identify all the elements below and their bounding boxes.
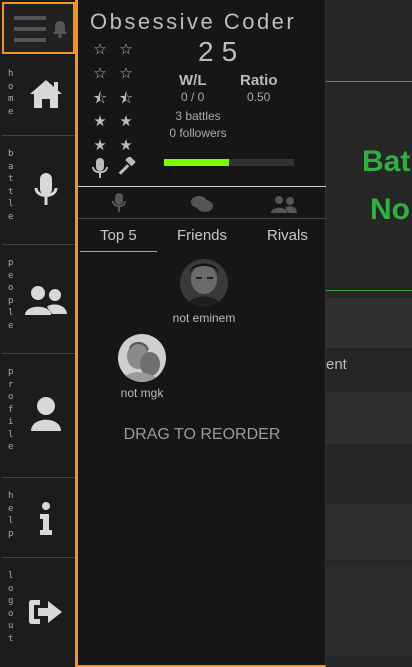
- bell-icon: [53, 21, 67, 38]
- background-row: [326, 298, 412, 348]
- xp-progress-fill: [164, 159, 229, 166]
- sidebar-item-home[interactable]: home: [2, 56, 75, 136]
- background-row: [326, 565, 412, 655]
- list-item[interactable]: not eminem: [164, 259, 244, 325]
- user-icon: [31, 397, 61, 431]
- microphone-icon: [34, 173, 58, 205]
- friend-name: not eminem: [172, 311, 236, 325]
- tab-people-icon[interactable]: [270, 194, 298, 214]
- sidebar-item-label: profile: [8, 367, 14, 452]
- sidebar-item-battle[interactable]: battle: [2, 136, 75, 245]
- sidebar-item-label: people: [8, 258, 14, 331]
- sidebar-item-label: logout: [8, 571, 14, 644]
- tabs-divider: [78, 218, 326, 219]
- background-divider: [326, 290, 412, 291]
- tab-rivals[interactable]: Rivals: [267, 227, 308, 244]
- active-tab-indicator: [80, 251, 157, 252]
- star-empty-icon: ☆: [93, 65, 107, 82]
- list-item[interactable]: not mgk: [102, 334, 182, 400]
- home-icon: [30, 80, 62, 108]
- menu-button[interactable]: [2, 2, 75, 54]
- hamburger-icon: [14, 16, 46, 42]
- battles-count: 3 battles: [175, 109, 221, 123]
- wl-label: W/L: [179, 72, 207, 89]
- gavel-icon: [118, 157, 136, 175]
- tab-top5[interactable]: Top 5: [100, 227, 137, 244]
- drag-hint: DRAG TO REORDER: [123, 426, 281, 443]
- sidebar-item-label: help: [8, 491, 14, 539]
- info-icon: [40, 502, 52, 535]
- sidebar-nav: home battle people profile help l o g o …: [0, 0, 78, 667]
- background-row: [326, 504, 412, 560]
- sidebar-item-logout[interactable]: logout: [2, 558, 75, 666]
- tab-chat-icon[interactable]: [190, 194, 214, 214]
- background-divider: [326, 81, 412, 82]
- sidebar-item-help[interactable]: help: [2, 478, 75, 558]
- background-row: ent: [326, 348, 412, 384]
- profile-level: 25: [198, 36, 246, 67]
- background-heading-2: No: [370, 193, 410, 226]
- sidebar-item-profile[interactable]: profile: [2, 354, 75, 478]
- sidebar-item-label: home: [8, 69, 14, 117]
- star-empty-icon: ☆: [119, 65, 133, 82]
- tab-friends[interactable]: Friends: [177, 227, 227, 244]
- avatar: [118, 334, 166, 382]
- xp-progress-bar: [164, 159, 294, 166]
- microphone-icon: [92, 158, 108, 178]
- sidebar-item-people[interactable]: people: [2, 245, 75, 354]
- friend-name: not mgk: [120, 386, 164, 400]
- avatar: [180, 259, 228, 307]
- people-icon: [25, 286, 67, 315]
- ratio-label: Ratio: [240, 72, 278, 89]
- background-row: [326, 392, 412, 444]
- wl-value: 0 / 0: [181, 90, 205, 104]
- background-row-text: ent: [326, 356, 347, 373]
- ratio-value: 0.50: [247, 90, 271, 104]
- followers-count: 0 followers: [169, 126, 227, 140]
- panel-divider: [78, 186, 326, 187]
- tab-battles-mic-icon[interactable]: [112, 192, 126, 214]
- profile-panel: Obsessive Coder 25 ☆ ☆ ☆ ☆ ⯪ ⯪ ★ ★ ★ ★ W…: [78, 0, 326, 667]
- profile-name: Obsessive Coder: [90, 9, 297, 34]
- sidebar-item-label: battle: [8, 149, 14, 222]
- logout-icon: [29, 600, 62, 624]
- star-empty-icon: ☆: [119, 41, 133, 58]
- background-heading-1: Bat: [362, 145, 411, 178]
- star-empty-icon: ☆: [93, 41, 107, 58]
